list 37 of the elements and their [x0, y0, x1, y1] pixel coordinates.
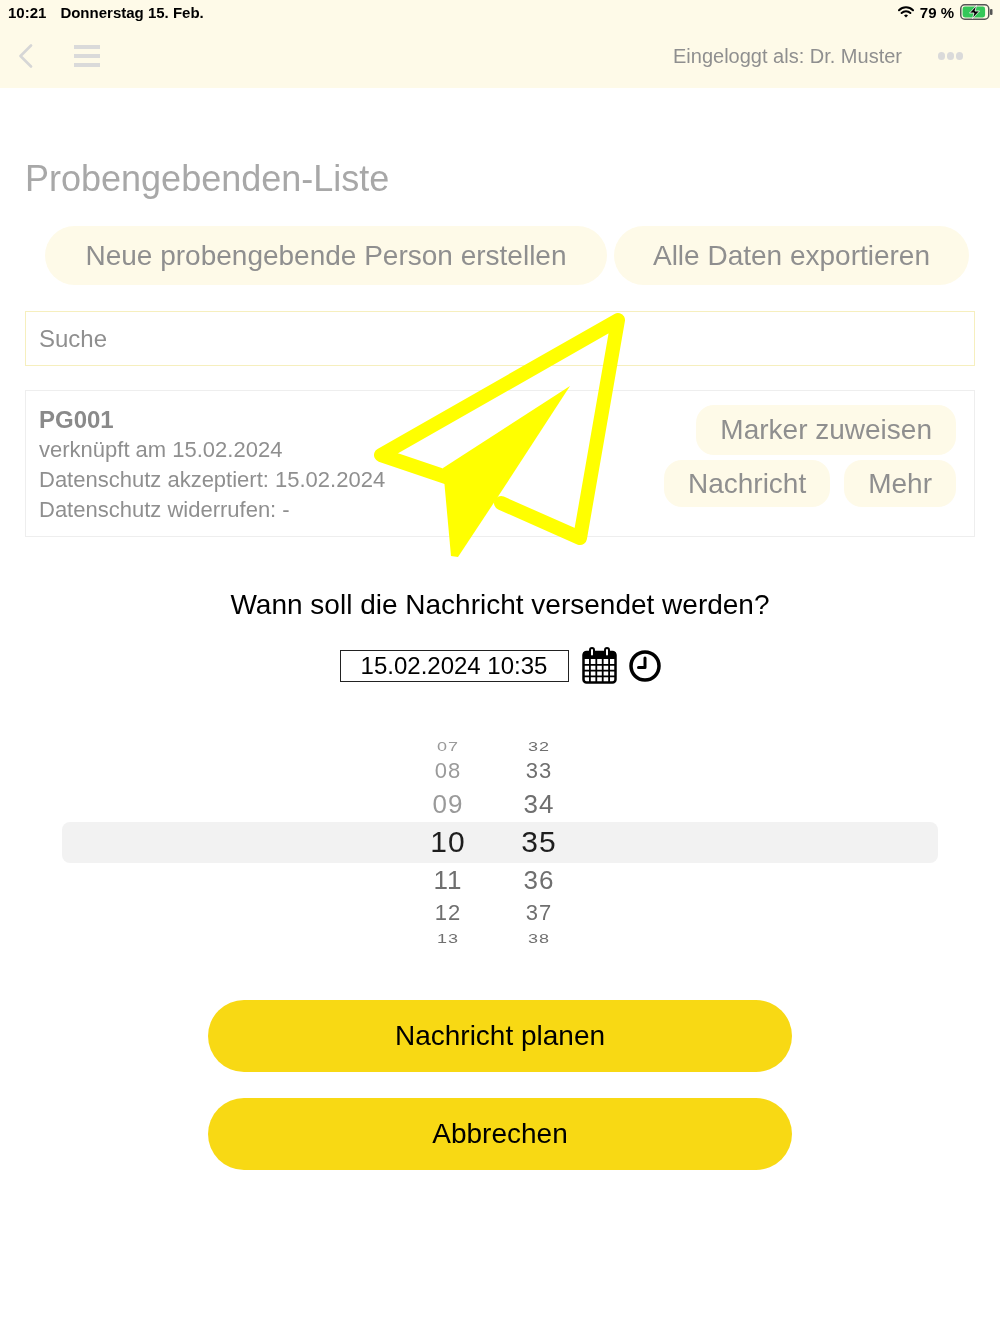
status-time: 10:21 — [8, 3, 47, 21]
assign-marker-button[interactable]: Marker zuweisen — [696, 405, 956, 455]
picker-item[interactable]: 32 — [528, 738, 550, 754]
picker-item[interactable]: 11 — [433, 862, 463, 898]
more-icon[interactable] — [938, 52, 963, 60]
export-button[interactable]: Alle Daten exportieren — [614, 226, 969, 285]
clock-icon[interactable] — [628, 649, 661, 682]
picker-item[interactable]: 37 — [525, 898, 553, 928]
participant-detail: Datenschutz widerrufen: - — [39, 496, 291, 524]
picker-item[interactable]: 38 — [528, 930, 550, 946]
picker-item[interactable]: 34 — [523, 786, 555, 822]
participant-detail: verknüpft am 15.02.2024 — [39, 436, 284, 464]
datetime-field[interactable]: 15.02.2024 10:35 — [339, 649, 569, 682]
status-date: Donnerstag 15. Feb. — [60, 3, 204, 21]
picker-item[interactable]: 35 — [521, 822, 557, 862]
logged-in-label: Eingeloggt als: Dr. Muster — [673, 44, 902, 68]
calendar-icon[interactable] — [581, 647, 617, 684]
message-button[interactable]: Nachricht — [663, 460, 831, 507]
picker-item[interactable]: 10 — [430, 822, 466, 862]
cancel-button[interactable]: Abbrechen — [208, 1098, 792, 1170]
more-button[interactable]: Mehr — [844, 460, 956, 507]
back-icon[interactable] — [18, 44, 33, 68]
create-person-button[interactable]: Neue probengebende Person erstellen — [45, 226, 607, 285]
picker-item[interactable]: 36 — [523, 862, 555, 898]
schedule-button[interactable]: Nachricht planen — [208, 1000, 792, 1072]
picker-item[interactable]: 33 — [525, 756, 553, 786]
participant-detail: Datenschutz akzeptiert: 15.02.2024 — [39, 466, 387, 494]
page-title: Probengebenden-Liste — [25, 158, 391, 200]
battery-percentage: 79 % — [919, 3, 954, 21]
menu-icon[interactable] — [74, 45, 100, 67]
search-field[interactable]: Suche — [25, 311, 975, 366]
picker-item[interactable]: 12 — [434, 898, 462, 928]
picker-item[interactable]: 13 — [437, 930, 459, 946]
participant-id: PG001 — [39, 405, 115, 435]
dialog-question: Wann soll die Nachricht versendet werden? — [230, 588, 770, 622]
wifi-icon — [897, 6, 914, 18]
battery-charging-icon — [960, 4, 993, 20]
